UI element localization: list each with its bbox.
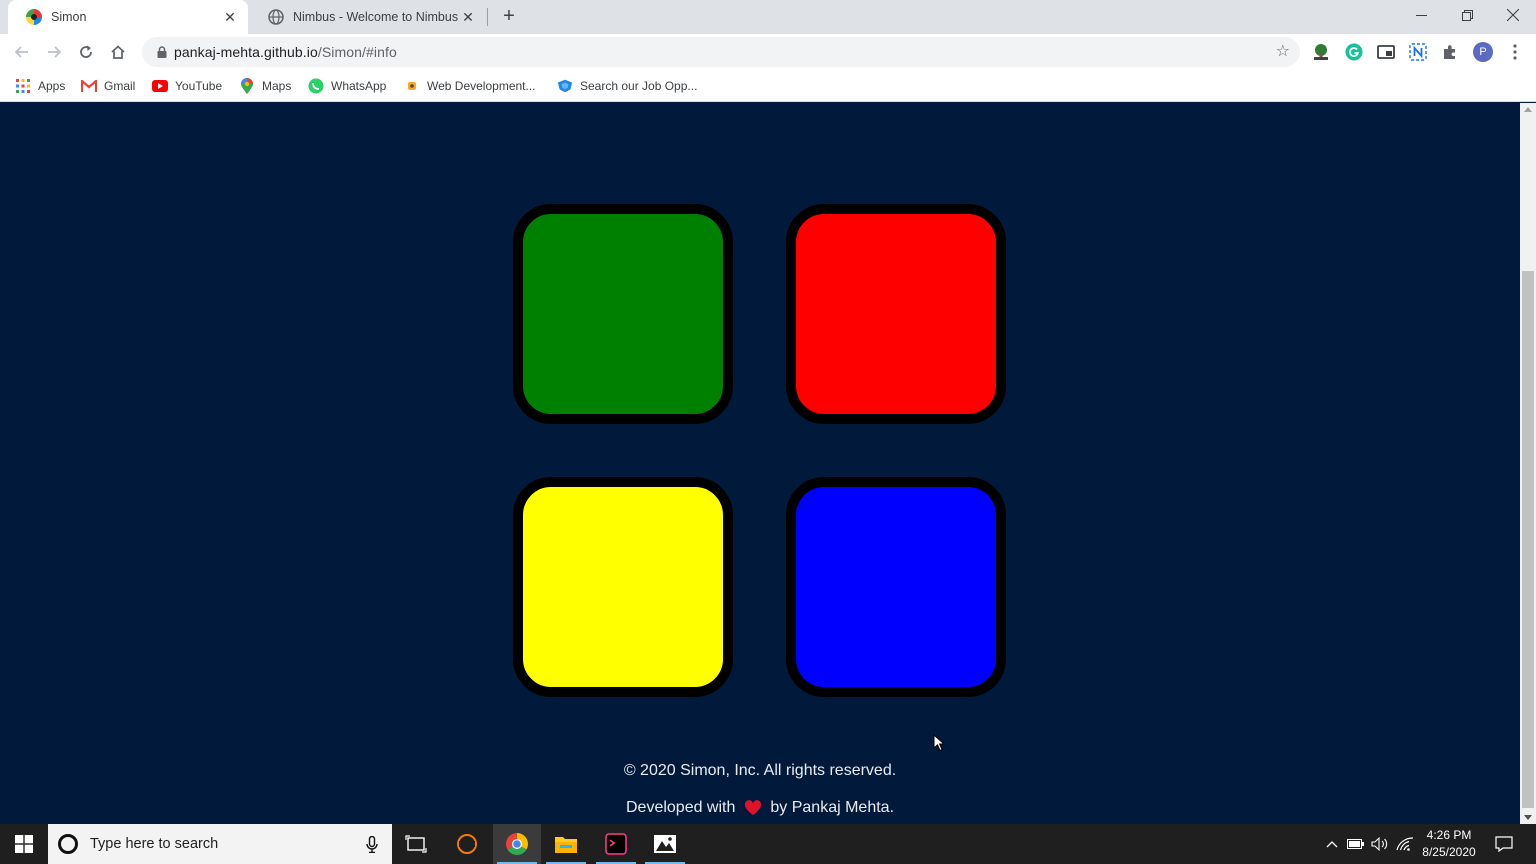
tab-title: Nimbus - Welcome to Nimbus Capture [293,10,460,24]
yellow-game-button[interactable] [513,477,733,697]
whatsapp-icon [308,78,324,94]
page-scrollbar[interactable] [1520,103,1536,824]
minimize-icon[interactable] [1398,0,1444,30]
bookmark-favicon-icon [404,78,420,94]
cortana-circle-icon [58,834,78,854]
developer-name-text: by Pankaj Mehta. [770,799,895,816]
taskbar-clock[interactable]: 4:26 PM 8/25/2020 [1414,827,1484,861]
bookmark-maps[interactable]: Maps [239,76,291,96]
photos-app-icon[interactable] [641,824,689,864]
search-placeholder: Type here to search [90,836,219,852]
close-tab-icon[interactable]: ✕ [222,9,238,26]
terminal-app-icon[interactable] [592,824,640,864]
bookmark-label: WhatsApp [331,79,387,93]
bookmark-web-development[interactable]: Web Development... [404,76,536,96]
picture-in-picture-icon[interactable] [1376,42,1396,62]
battery-icon[interactable] [1345,824,1367,864]
taskbar-search-box[interactable]: Type here to search [48,824,392,864]
simon-favicon-icon [26,9,42,25]
maps-pin-icon [239,78,255,94]
bookmark-whatsapp[interactable]: WhatsApp [308,76,386,96]
extensions-puzzle-icon[interactable] [1440,42,1460,62]
task-view-icon[interactable] [392,824,440,864]
tab-simon[interactable]: Simon ✕ [8,0,248,34]
close-window-icon[interactable] [1490,0,1536,30]
notifications-icon[interactable] [1490,824,1518,864]
volume-icon[interactable] [1369,824,1391,864]
tab-nimbus[interactable]: Nimbus - Welcome to Nimbus Capture ✕ [250,0,486,34]
clock-time: 4:26 PM [1426,828,1472,842]
wifi-icon[interactable] [1394,824,1416,864]
tab-title: Simon [51,10,87,24]
bookmark-label: Web Development... [427,79,536,93]
scrollbar-thumb[interactable] [1522,271,1534,808]
globe-icon [268,9,284,25]
browser-menu-dots-icon[interactable] [1505,42,1525,62]
copyright-text: © 2020 Simon, Inc. All rights reserved. [623,762,897,779]
bookmark-label: Gmail [104,79,136,93]
address-bar[interactable]: pankaj-mehta.github.io/Simon/#info ☆ [142,37,1300,67]
file-explorer-icon[interactable] [542,824,590,864]
blue-game-button[interactable] [786,477,1006,697]
mouse-cursor-icon [933,734,945,752]
url-text: pankaj-mehta.github.io/Simon/#info [174,44,397,60]
bookmark-star-icon[interactable]: ☆ [1276,43,1290,61]
forward-arrow-icon[interactable] [41,39,67,65]
bookmark-gmail[interactable]: Gmail [81,76,135,96]
microphone-icon[interactable] [366,835,378,856]
scroll-down-arrow-icon[interactable] [1524,815,1532,820]
bookmark-apps[interactable]: Apps [15,76,65,96]
clock-date: 8/25/2020 [1422,845,1476,859]
youtube-icon [152,78,168,94]
bookmark-youtube[interactable]: YouTube [152,76,222,96]
job-search-icon [557,78,573,94]
show-hidden-icons-chevron-icon[interactable] [1322,824,1342,864]
browser-toolbar: pankaj-mehta.github.io/Simon/#info ☆ P [0,34,1536,70]
tab-divider [487,8,488,26]
eclipse-app-icon[interactable] [443,824,491,864]
reload-icon[interactable] [73,39,99,65]
close-tab-icon[interactable]: ✕ [460,9,476,26]
nimbus-extension-icon[interactable] [1408,42,1428,62]
bookmarks-bar: Apps Gmail YouTube Maps WhatsApp Web Dev… [0,70,1536,102]
home-icon[interactable] [105,39,131,65]
profile-avatar[interactable]: P [1473,42,1493,62]
gmail-icon [81,78,97,94]
developer-credit: Developed with by Pankaj Mehta. [0,799,1520,817]
bookmark-label: Maps [262,79,292,93]
restore-icon[interactable] [1444,0,1490,30]
back-arrow-icon[interactable] [9,39,35,65]
developed-with-text: Developed with [625,799,736,816]
lock-icon[interactable] [152,46,172,58]
windows-start-icon[interactable] [0,824,48,864]
windows-taskbar: Type here to search 4:26 PM 8/25/2020 [0,824,1536,864]
green-game-button[interactable] [513,204,733,424]
heart-icon [744,800,762,816]
tab-strip: Simon ✕ Nimbus - Welcome to Nimbus Captu… [0,0,1536,34]
new-tab-plus-icon[interactable]: + [498,5,520,27]
red-game-button[interactable] [786,204,1006,424]
simon-game-page: © 2020 Simon, Inc. All rights reserved. … [0,103,1520,824]
html-tree-extension-icon[interactable] [1311,42,1331,62]
bookmark-label: Search our Job Opp... [580,79,698,93]
chrome-taskbar-icon[interactable] [493,824,541,864]
grammarly-icon[interactable] [1344,42,1364,62]
scroll-up-arrow-icon[interactable] [1524,107,1532,112]
bookmark-label: YouTube [175,79,223,93]
apps-grid-icon [15,78,31,94]
bookmark-job-search[interactable]: Search our Job Opp... [557,76,697,96]
bookmark-label: Apps [38,79,66,93]
